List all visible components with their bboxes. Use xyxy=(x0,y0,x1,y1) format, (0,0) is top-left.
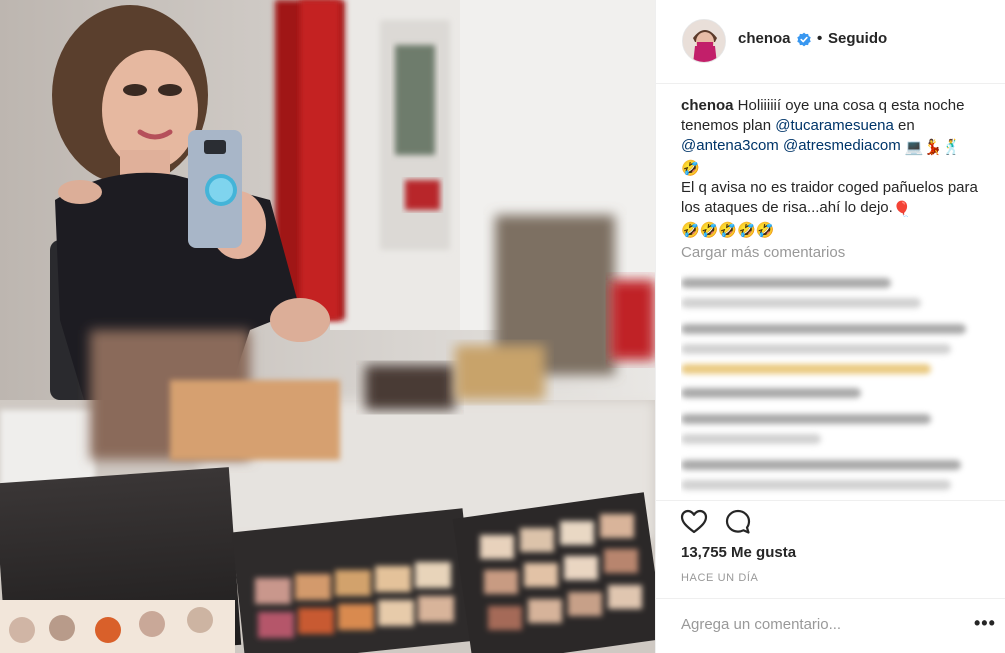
blurred-comment xyxy=(681,324,966,334)
verified-badge-icon xyxy=(797,32,811,47)
header-separator: • xyxy=(817,30,823,47)
caption-text: El q avisa no es traidor coged pañuelos … xyxy=(681,179,978,216)
post-timestamp[interactable]: HACE UN DÍA xyxy=(681,572,759,584)
comments-list-blurred xyxy=(681,268,981,498)
user-avatar[interactable] xyxy=(682,19,726,63)
post-caption: chenoa Holiiiiií oye una cosa q esta noc… xyxy=(681,96,981,240)
load-more-comments-link[interactable]: Cargar más comentarios xyxy=(681,244,845,261)
blurred-comment xyxy=(681,460,961,470)
caption-username[interactable]: chenoa xyxy=(681,97,734,114)
caption-emoji: 🎈 xyxy=(892,201,912,218)
caption-emoji: 💻💃🕺 xyxy=(904,139,961,156)
post-sidebar: chenoa • Seguido chenoa Holiiiiií oye un… xyxy=(655,0,1005,653)
blurred-comment xyxy=(681,278,891,288)
blurred-comment xyxy=(681,344,951,354)
blurred-comment xyxy=(681,414,931,424)
blurred-comment xyxy=(681,480,951,490)
blurred-comment xyxy=(681,434,821,444)
caption-text: en xyxy=(893,117,915,134)
heart-icon[interactable] xyxy=(680,508,708,536)
mention-link[interactable]: @atresmediacom xyxy=(783,137,901,154)
mention-link[interactable]: @tucaramesuena xyxy=(775,117,894,134)
likes-count[interactable]: 13,755 Me gusta xyxy=(681,544,796,561)
avatar-image xyxy=(683,20,725,62)
caption-emoji: 🤣 xyxy=(681,160,700,177)
mention-link[interactable]: @antena3com xyxy=(681,137,779,154)
follow-status-button[interactable]: Seguido xyxy=(828,30,887,47)
add-comment-input[interactable] xyxy=(681,612,951,636)
photo-illustration xyxy=(0,0,655,653)
caption-emoji: 🤣🤣🤣🤣🤣 xyxy=(681,222,775,239)
blurred-comment xyxy=(681,298,921,308)
post-username[interactable]: chenoa xyxy=(738,30,791,47)
blurred-comment xyxy=(681,364,931,374)
more-options-icon[interactable]: ••• xyxy=(974,613,996,634)
instagram-post: chenoa • Seguido chenoa Holiiiiií oye un… xyxy=(0,0,1005,653)
blurred-comment xyxy=(681,388,861,398)
comment-bubble-icon[interactable] xyxy=(724,508,752,536)
post-photo[interactable] xyxy=(0,0,655,653)
